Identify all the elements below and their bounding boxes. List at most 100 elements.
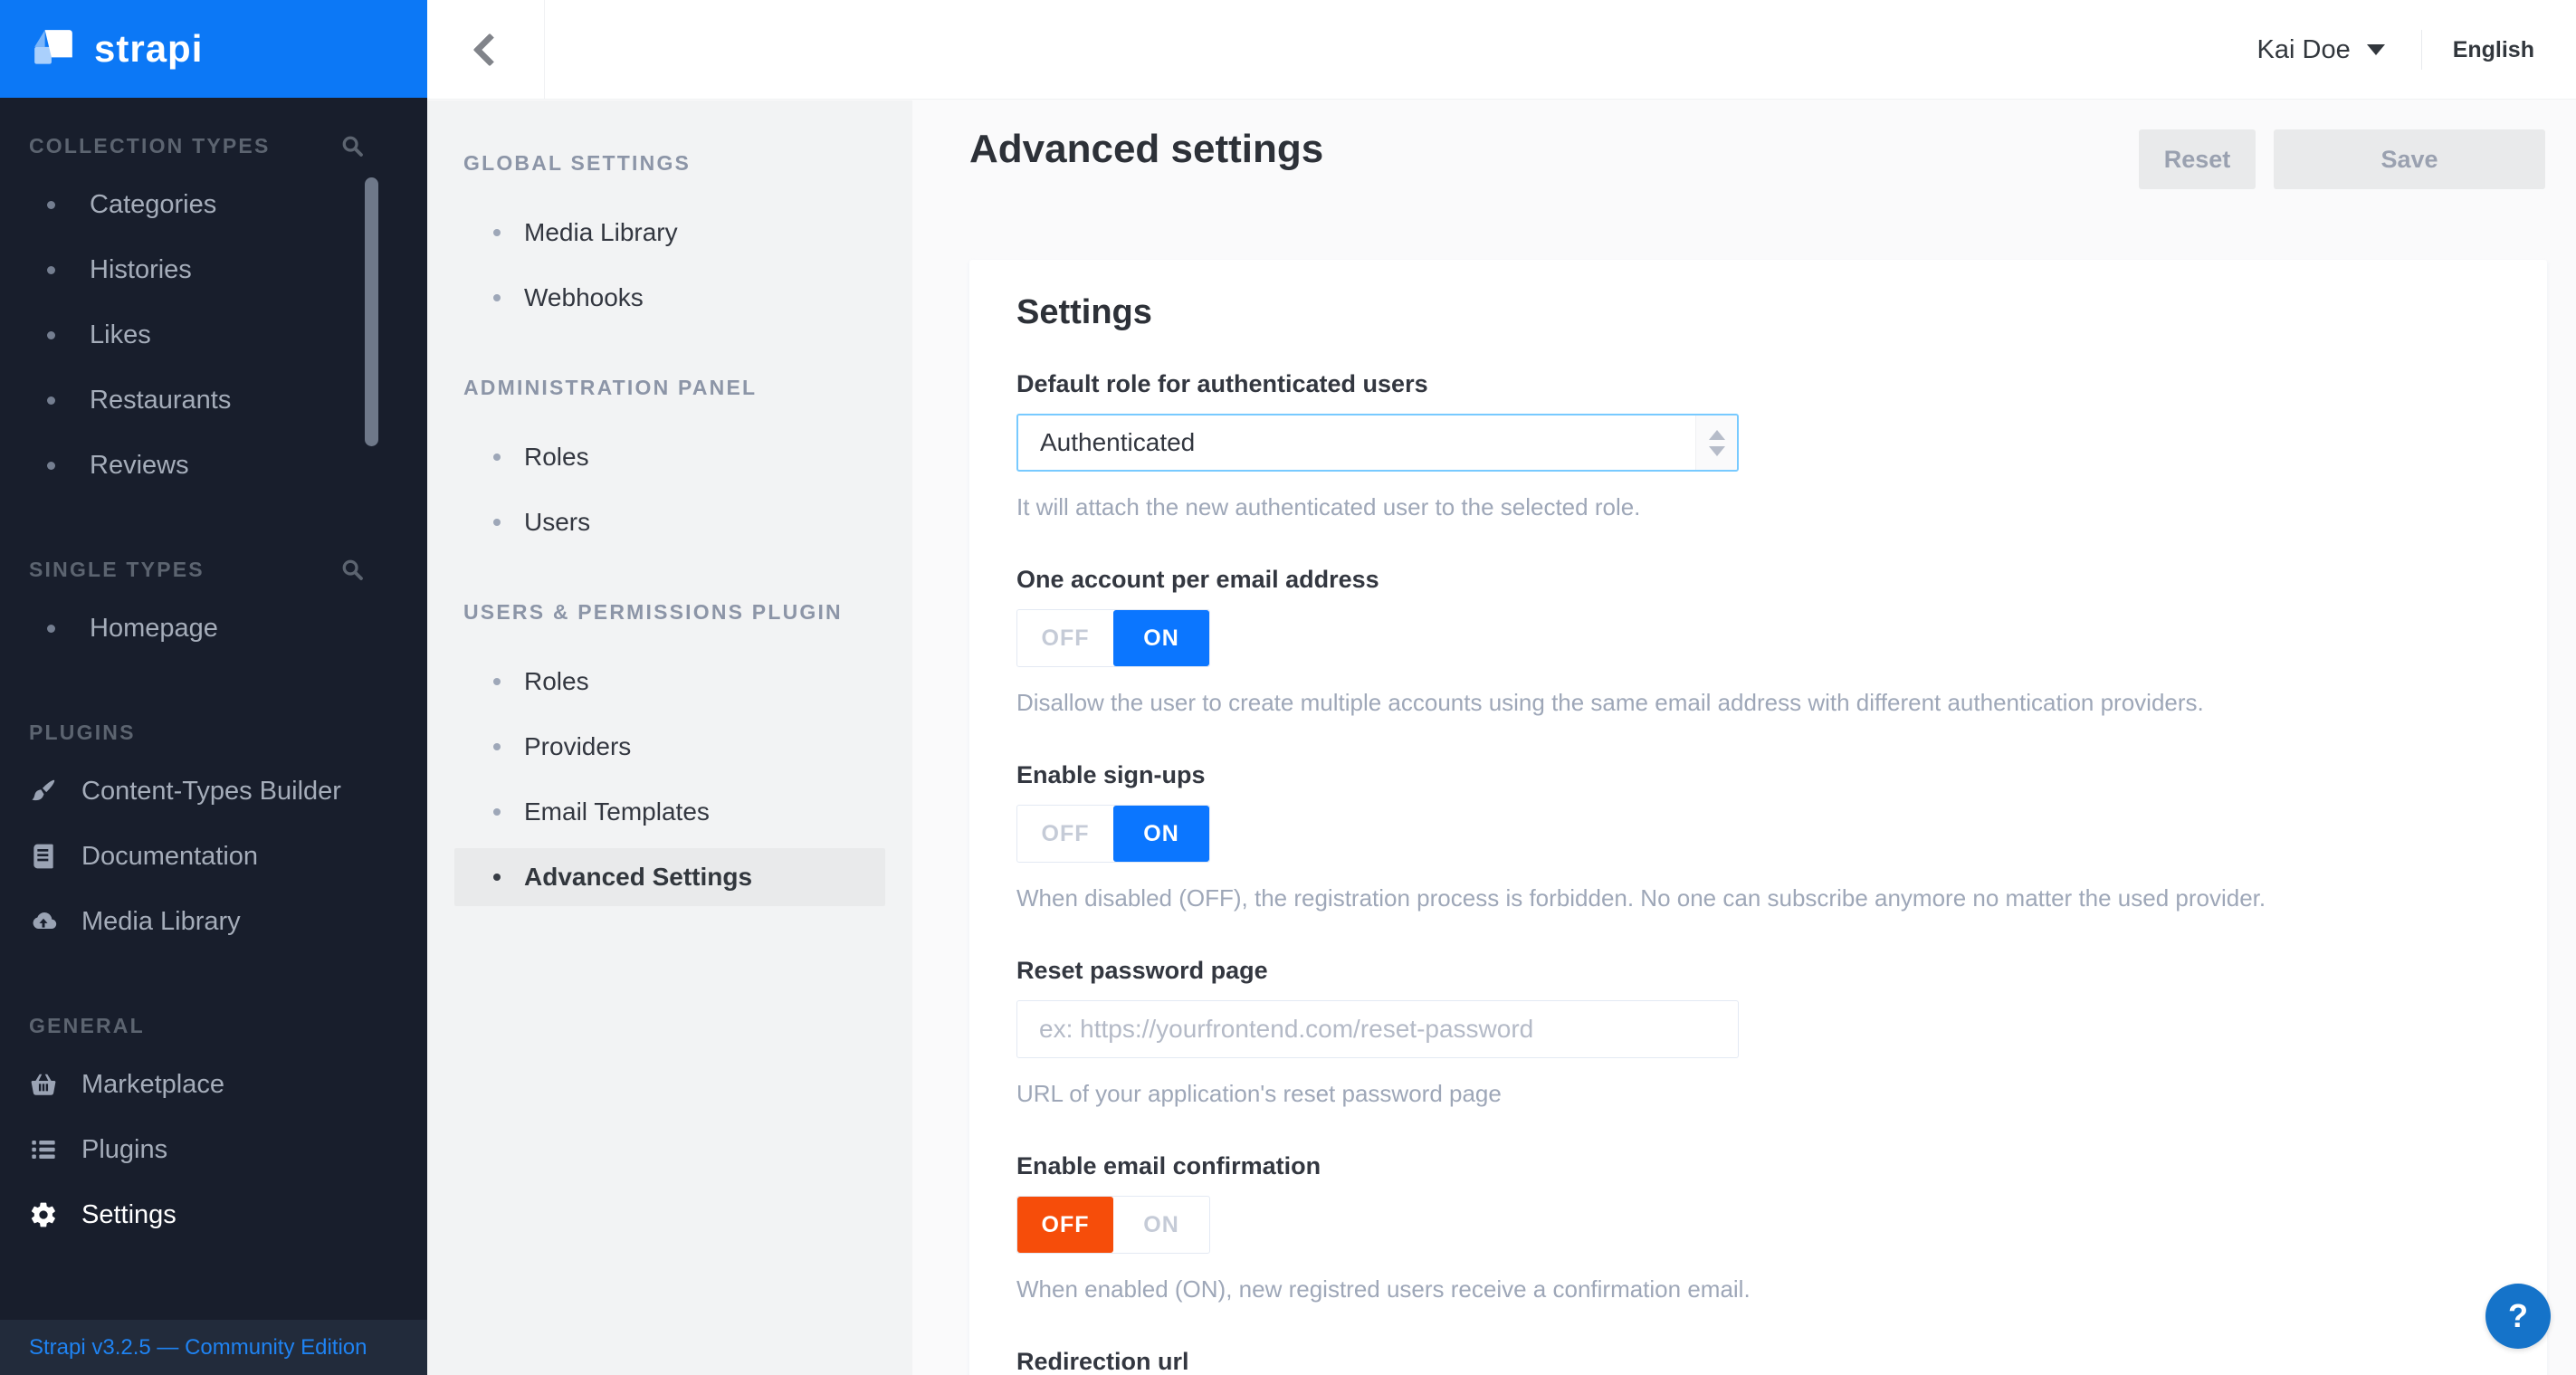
toggle-off-option[interactable]: OFF (1017, 610, 1113, 666)
field-label: Default role for authenticated users (1016, 370, 1428, 397)
sidebar-item-plugins[interactable]: Plugins (0, 1117, 427, 1182)
field-reset-password-page: Reset password page URL of your applicat… (1016, 957, 2500, 1107)
toggle-off-option[interactable]: OFF (1017, 806, 1113, 862)
subnav-item-roles[interactable]: Roles (454, 425, 885, 490)
sidebar-item-content-types-builder[interactable]: Content-Types Builder (0, 759, 427, 824)
toggle-off-option[interactable]: OFF (1017, 1197, 1113, 1253)
subnav-item-webhooks[interactable]: Webhooks (454, 265, 885, 330)
subnav-item-providers[interactable]: Providers (454, 714, 885, 779)
subnav-item-email-templates[interactable]: Email Templates (454, 779, 885, 845)
field-enable-email-confirmation: Enable email confirmation OFF ON When en… (1016, 1152, 2500, 1303)
search-icon[interactable] (339, 556, 366, 583)
field-redirection-url: Redirection url (1016, 1348, 2500, 1375)
sidebar-item-settings[interactable]: Settings (0, 1182, 427, 1247)
subnav-section-global-settings: GLOBAL SETTINGS Media Library Webhooks (427, 149, 912, 330)
field-help: URL of your application's reset password… (1016, 1080, 1502, 1107)
reset-password-url-input[interactable] (1016, 1000, 1739, 1058)
sidebar-item-restaurants[interactable]: Restaurants (0, 368, 427, 433)
subnav-section-title: USERS & PERMISSIONS PLUGIN (463, 600, 843, 624)
page-title: Advanced settings (969, 127, 1324, 171)
book-icon (33, 844, 53, 869)
arrow-up-icon (1708, 429, 1725, 440)
subnav-item-advanced-settings[interactable]: Advanced Settings (454, 848, 885, 906)
select-arrows-icon[interactable] (1695, 415, 1737, 470)
caret-down-icon[interactable] (2366, 44, 2385, 55)
language-selector[interactable]: English (2453, 37, 2534, 63)
list-icon (32, 1141, 55, 1159)
field-help: Disallow the user to create multiple acc… (1016, 689, 2204, 716)
arrow-down-icon (1708, 445, 1725, 456)
bullet-icon (493, 294, 501, 301)
toggle-on-option[interactable]: ON (1113, 806, 1209, 862)
subnav-item-roles-plugin[interactable]: Roles (454, 649, 885, 714)
toggle-on-option[interactable]: ON (1113, 1197, 1209, 1253)
enable-signups-toggle: OFF ON (1016, 805, 1210, 863)
sidebar-item-documentation[interactable]: Documentation (0, 824, 427, 889)
field-help: It will attach the new authenticated use… (1016, 493, 1641, 520)
one-account-toggle: OFF ON (1016, 609, 1210, 667)
field-label: Redirection url (1016, 1348, 1189, 1375)
field-label: One account per email address (1016, 566, 1379, 593)
section-title: COLLECTION TYPES (29, 134, 271, 158)
chevron-left-icon (472, 33, 506, 66)
bullet-icon (493, 519, 501, 526)
field-help: When enabled (ON), new registred users r… (1016, 1275, 1751, 1303)
user-menu[interactable]: Kai Doe (2257, 35, 2351, 65)
section-general: GENERAL Marketplace Plugins Settings (0, 1012, 427, 1247)
reset-button[interactable]: Reset (2139, 129, 2256, 189)
basket-icon (31, 1074, 56, 1095)
sidebar-item-media-library[interactable]: Media Library (0, 889, 427, 954)
top-bar: Kai Doe English (427, 0, 2576, 100)
sidebar-item-categories[interactable]: Categories (0, 172, 427, 237)
bullet-icon (493, 229, 501, 236)
section-plugins: PLUGINS Content-Types Builder Documentat… (0, 719, 427, 954)
card-title: Settings (1016, 293, 1152, 331)
sidebar-item-homepage[interactable]: Homepage (0, 596, 427, 661)
section-title: SINGLE TYPES (29, 558, 205, 581)
strapi-logo-icon (34, 30, 72, 64)
bullet-icon (493, 454, 501, 461)
header-divider (2420, 30, 2422, 70)
bullet-icon (493, 743, 501, 750)
sidebar-footer: Strapi v3.2.5 — Community Edition (0, 1320, 427, 1375)
sidebar-item-likes[interactable]: Likes (0, 302, 427, 368)
toggle-on-option[interactable]: ON (1113, 610, 1209, 666)
default-role-select[interactable]: Authenticated (1016, 414, 1739, 472)
bullet-icon (493, 874, 501, 881)
field-label: Enable sign-ups (1016, 761, 1206, 788)
section-title: PLUGINS (29, 721, 136, 744)
settings-card: Settings Default role for authenticated … (969, 260, 2547, 1375)
gear-icon (31, 1202, 55, 1227)
sidebar-item-reviews[interactable]: Reviews (0, 433, 427, 498)
paintbrush-icon (32, 779, 55, 801)
back-button[interactable] (427, 0, 545, 99)
main-content: Advanced settings Reset Save Settings De… (912, 100, 2576, 1375)
sidebar-item-marketplace[interactable]: Marketplace (0, 1052, 427, 1117)
field-default-role: Default role for authenticated users Aut… (1016, 370, 2500, 520)
subnav-section-title: GLOBAL SETTINGS (463, 151, 692, 175)
strapi-wordmark: strapi (94, 27, 204, 70)
sidebar-item-histories[interactable]: Histories (0, 237, 427, 302)
bullet-icon (493, 808, 501, 816)
save-button[interactable]: Save (2274, 129, 2545, 189)
bullet-icon (47, 330, 55, 339)
bullet-icon (47, 265, 55, 274)
help-button[interactable]: ? (2485, 1284, 2551, 1349)
cloud-upload-icon (33, 912, 57, 930)
subnav-item-users[interactable]: Users (454, 490, 885, 555)
subnav-section-title: ADMINISTRATION PANEL (463, 376, 758, 399)
field-one-account-per-email: One account per email address OFF ON Dis… (1016, 566, 2500, 716)
subnav-section-administration-panel: ADMINISTRATION PANEL Roles Users (427, 374, 912, 555)
search-icon[interactable] (339, 132, 366, 159)
field-help: When disabled (OFF), the registration pr… (1016, 884, 2266, 912)
bullet-icon (47, 396, 55, 405)
settings-subnav: GLOBAL SETTINGS Media Library Webhooks A… (427, 100, 912, 1375)
bullet-icon (47, 624, 55, 633)
email-confirmation-toggle: OFF ON (1016, 1196, 1210, 1254)
subnav-section-users-permissions-plugin: USERS & PERMISSIONS PLUGIN Roles Provide… (427, 598, 912, 906)
strapi-logo[interactable]: strapi (0, 0, 427, 98)
version-link[interactable]: Strapi v3.2.5 — Community Edition (29, 1335, 367, 1361)
section-collection-types: COLLECTION TYPES Categories Histories Li… (0, 132, 427, 498)
field-enable-signups: Enable sign-ups OFF ON When disabled (OF… (1016, 761, 2500, 912)
subnav-item-media-library[interactable]: Media Library (454, 200, 885, 265)
